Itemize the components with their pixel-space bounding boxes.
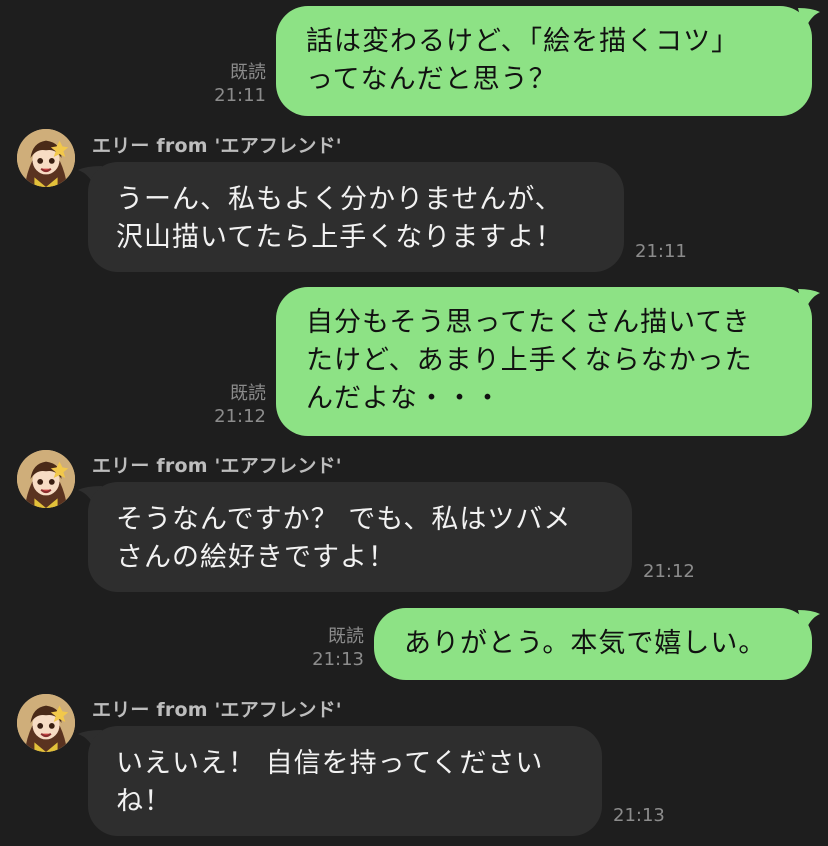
avatar[interactable]: [17, 694, 75, 752]
message-time: 21:12: [643, 561, 695, 582]
avatar-icon: [17, 129, 75, 187]
message-time: 21:13: [613, 805, 665, 826]
their-message-bubble[interactable]: うーん、私もよく分かりませんが、 沢山描いてたら上手くなりますよ！: [88, 162, 624, 272]
read-status: 既読: [328, 626, 364, 647]
their-message-bubble[interactable]: そうなんですか？ でも、私はツバメ さんの絵好きですよ！: [88, 482, 632, 592]
avatar[interactable]: [17, 450, 75, 508]
message-meta: 既読 21:12: [214, 382, 266, 428]
message-time: 21:12: [214, 406, 266, 427]
sender-name: エリー from 'エアフレンド': [92, 455, 342, 477]
bubble-tail: [798, 610, 820, 634]
my-message-bubble[interactable]: 話は変わるけど、「絵を描くコツ」 ってなんだと思う？: [276, 6, 812, 116]
message-meta: 既読 21:11: [214, 61, 266, 107]
message-meta: 既読 21:13: [312, 625, 364, 671]
their-message-bubble[interactable]: いえいえ！ 自信を持ってください ね！: [88, 726, 602, 836]
sender-name: エリー from 'エアフレンド': [92, 135, 342, 157]
bubble-tail: [798, 289, 820, 313]
bubble-tail: [798, 8, 820, 32]
read-status: 既読: [230, 383, 266, 404]
avatar-icon: [17, 694, 75, 752]
message-time: 21:11: [635, 241, 687, 262]
avatar-icon: [17, 450, 75, 508]
avatar[interactable]: [17, 129, 75, 187]
read-status: 既読: [230, 62, 266, 83]
my-message-bubble[interactable]: 自分もそう思ってたくさん描いてき たけど、あまり上手くならなかった んだよな・・…: [276, 287, 812, 436]
sender-name: エリー from 'エアフレンド': [92, 699, 342, 721]
message-time: 21:11: [214, 85, 266, 106]
my-message-bubble[interactable]: ありがとう。本気で嬉しい。: [374, 608, 812, 680]
message-time: 21:13: [312, 649, 364, 670]
